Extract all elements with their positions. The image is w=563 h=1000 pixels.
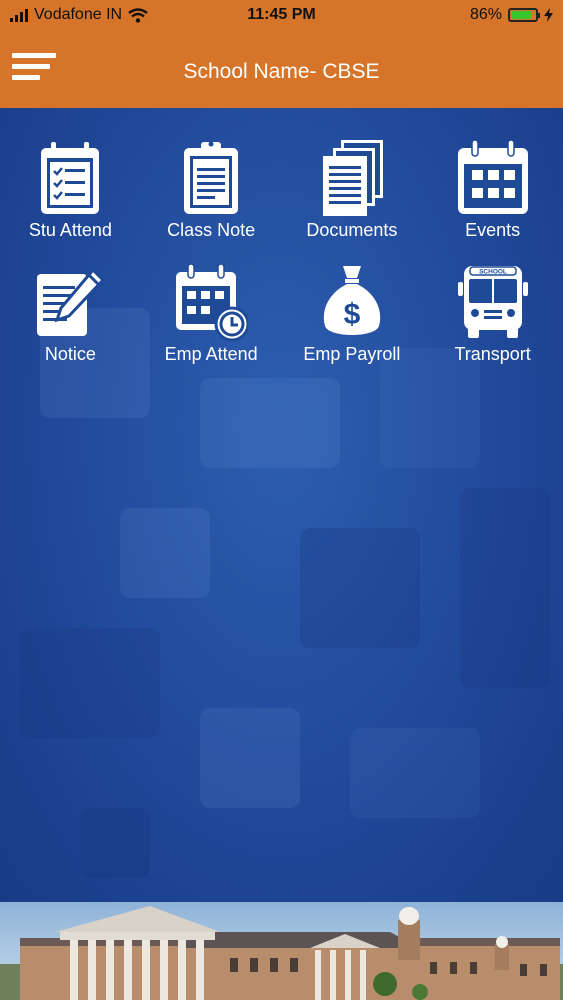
tile-label: Emp Attend [164,344,258,364]
calendar-clock-icon [176,263,249,342]
notepad-pencil-icon [37,267,106,336]
school-building-photo [0,902,563,1000]
tile-label: Documents [306,220,398,240]
charging-bolt-icon [544,8,553,22]
tile-events[interactable]: Events [422,138,563,250]
school-bus-icon: SCHOOL [457,266,528,338]
tile-transport[interactable]: SCHOOL Transport [422,262,563,374]
tile-stu-attend[interactable]: Stu Attend [0,138,141,250]
tile-label: Events [465,220,521,240]
status-bar: Vodafone IN 11:45 PM 86% [0,0,563,32]
school-building-illustration [0,902,563,1000]
battery-percent: 86% [469,6,502,23]
documents-stack-icon [322,140,383,216]
page-title: School Name- CBSE [183,60,380,83]
tile-label: Transport [454,344,531,364]
tile-class-note[interactable]: Class Note [141,138,282,250]
bus-sign-text: SCHOOL [479,269,507,276]
battery-icon [508,8,540,22]
tile-label: Stu Attend [28,220,112,240]
app-header: School Name- CBSE [0,32,563,108]
tile-documents[interactable]: Documents [282,138,423,250]
svg-text:$: $ [344,298,361,331]
status-right: 86% [470,6,553,24]
calendar-icon [457,139,528,214]
checklist-clipboard-icon [41,142,100,214]
module-grid: Stu Attend Class Note Documents Events N… [0,138,563,374]
battery-fill [511,11,532,19]
tile-emp-payroll[interactable]: $ Emp Payroll [282,262,423,374]
tile-label: Emp Payroll [303,344,401,364]
clipboard-note-icon [184,141,239,214]
main-dashboard: Stu Attend Class Note Documents Events N… [0,108,563,902]
tile-label: Class Note [167,220,256,240]
tile-emp-attend[interactable]: Emp Attend [141,262,282,374]
tile-notice[interactable]: Notice [0,262,141,374]
tile-label: Notice [44,344,96,364]
money-bag-icon: $ [323,266,381,335]
